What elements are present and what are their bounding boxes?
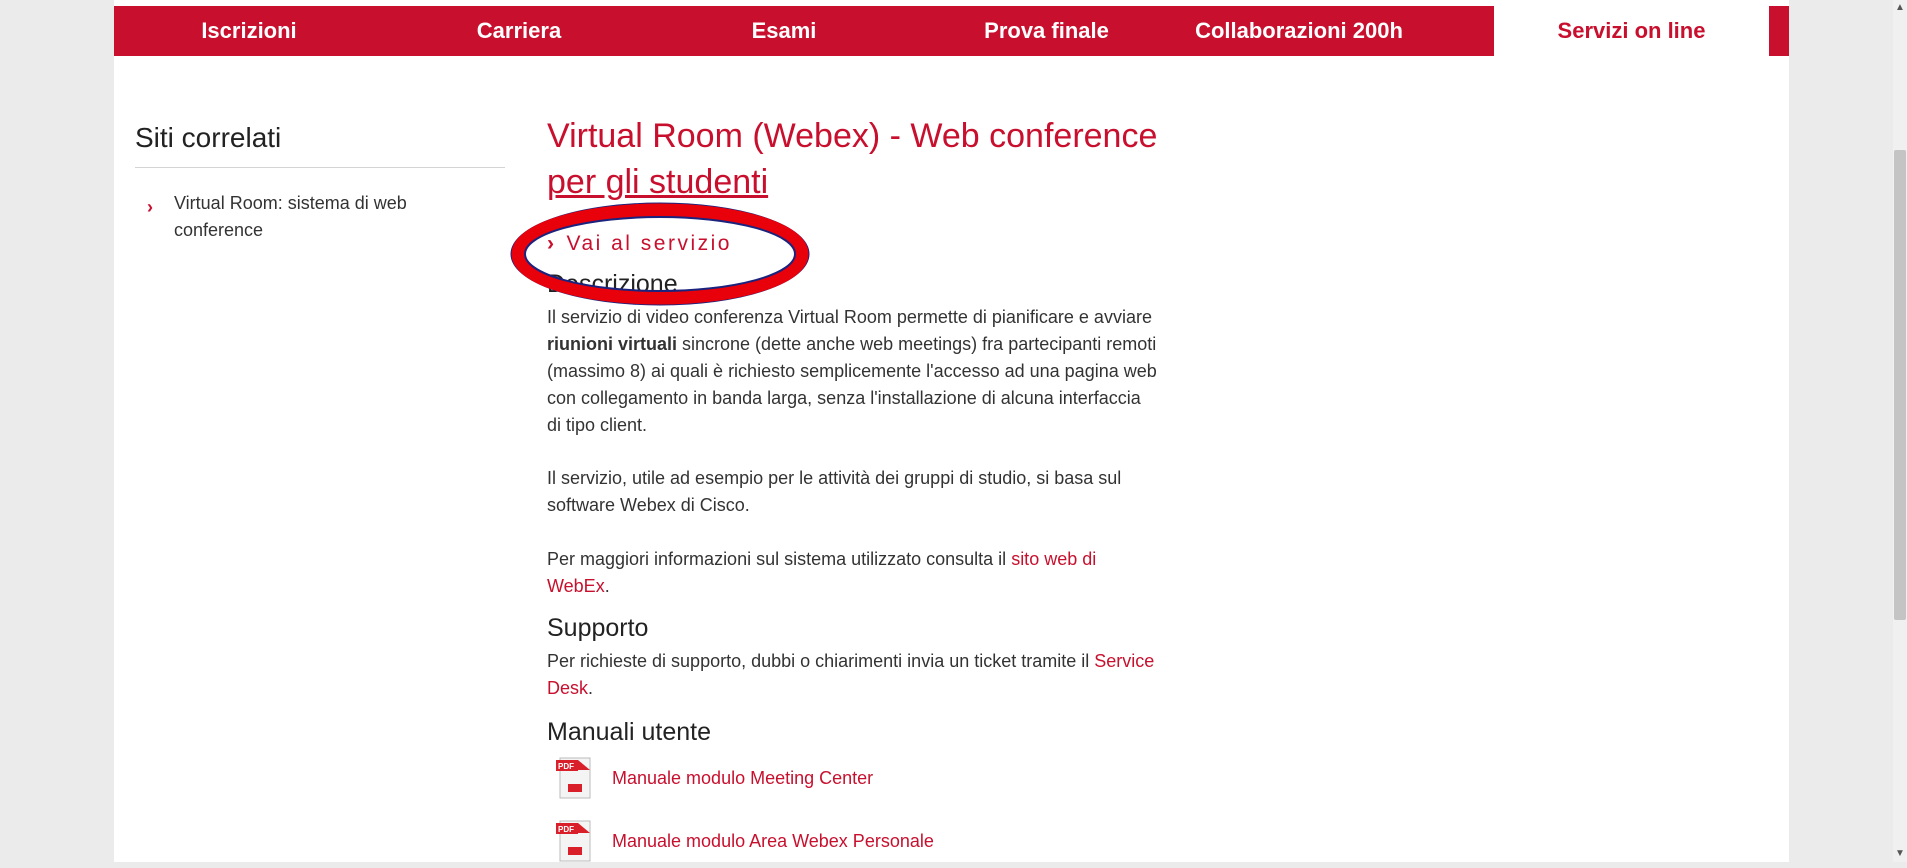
sidebar-item-virtual-room[interactable]: › Virtual Room: sistema di web conferenc… [147,190,494,244]
pdf-icon: PDF [556,819,594,863]
para-text: Per richieste di supporto, dubbi o chiar… [547,651,1095,671]
top-navigation: Iscrizioni Carriera Esami Prova finale C… [114,6,1789,56]
service-link-label: Vai al servizio [566,232,732,255]
para-bold-text: riunioni virtuali [547,334,678,354]
manual-item[interactable]: PDF Manuale modulo Meeting Center [556,756,873,800]
svg-text:PDF: PDF [558,762,574,771]
scroll-down-icon[interactable]: ▼ [1895,848,1905,860]
sidebar-item-label: Virtual Room: sistema di web conference [174,193,407,240]
nav-servizi-on-line[interactable]: Servizi on line [1494,6,1769,56]
manuali-heading: Manuali utente [547,718,712,746]
pdf-icon: PDF [556,756,594,800]
vertical-scrollbar[interactable]: ▲ ▼ [1893,0,1907,862]
descrizione-heading: Descrizione [547,270,678,298]
para-text: Il servizio di video conferenza Virtual … [547,307,1152,327]
chevron-right-icon: › [147,197,153,217]
descrizione-paragraph-3: Per maggiori informazioni sul sistema ut… [547,546,1157,600]
svg-text:PDF: PDF [558,825,574,834]
sidebar-divider [135,167,505,168]
sidebar-title: Siti correlati [135,122,282,153]
vai-al-servizio-link[interactable]: › Vai al servizio [547,232,732,256]
para-text: Per maggiori informazioni sul sistema ut… [547,549,1012,569]
manual-item[interactable]: PDF Manuale modulo Area Webex Personale [556,819,934,863]
nav-esami[interactable]: Esami [654,6,914,56]
manual-link-area-webex-personale[interactable]: Manuale modulo Area Webex Personale [612,831,934,852]
main-content: Virtual Room (Webex) - Web conference pe… [547,113,1167,205]
para-text: . [604,576,610,596]
descrizione-paragraph-1: Il servizio di video conferenza Virtual … [547,304,1157,439]
supporto-paragraph: Per richieste di supporto, dubbi o chiar… [547,648,1157,702]
page-title: Virtual Room (Webex) - Web conference pe… [547,113,1167,205]
nav-collaborazioni[interactable]: Collaborazioni 200h [1179,6,1419,56]
manual-link-meeting-center[interactable]: Manuale modulo Meeting Center [612,768,873,789]
nav-prova-finale[interactable]: Prova finale [914,6,1179,56]
nav-carriera[interactable]: Carriera [384,6,654,56]
scroll-thumb[interactable] [1894,150,1906,620]
page-title-link[interactable]: per gli studenti [547,163,768,201]
supporto-heading: Supporto [547,614,649,642]
descrizione-paragraph-2: Il servizio, utile ad esempio per le att… [547,468,1122,515]
nav-iscrizioni[interactable]: Iscrizioni [114,6,384,56]
scroll-up-icon[interactable]: ▲ [1895,2,1905,14]
chevron-right-icon: › [547,232,557,255]
page-title-line1: Virtual Room (Webex) - Web conference [547,117,1158,155]
para-text: . [588,678,594,698]
